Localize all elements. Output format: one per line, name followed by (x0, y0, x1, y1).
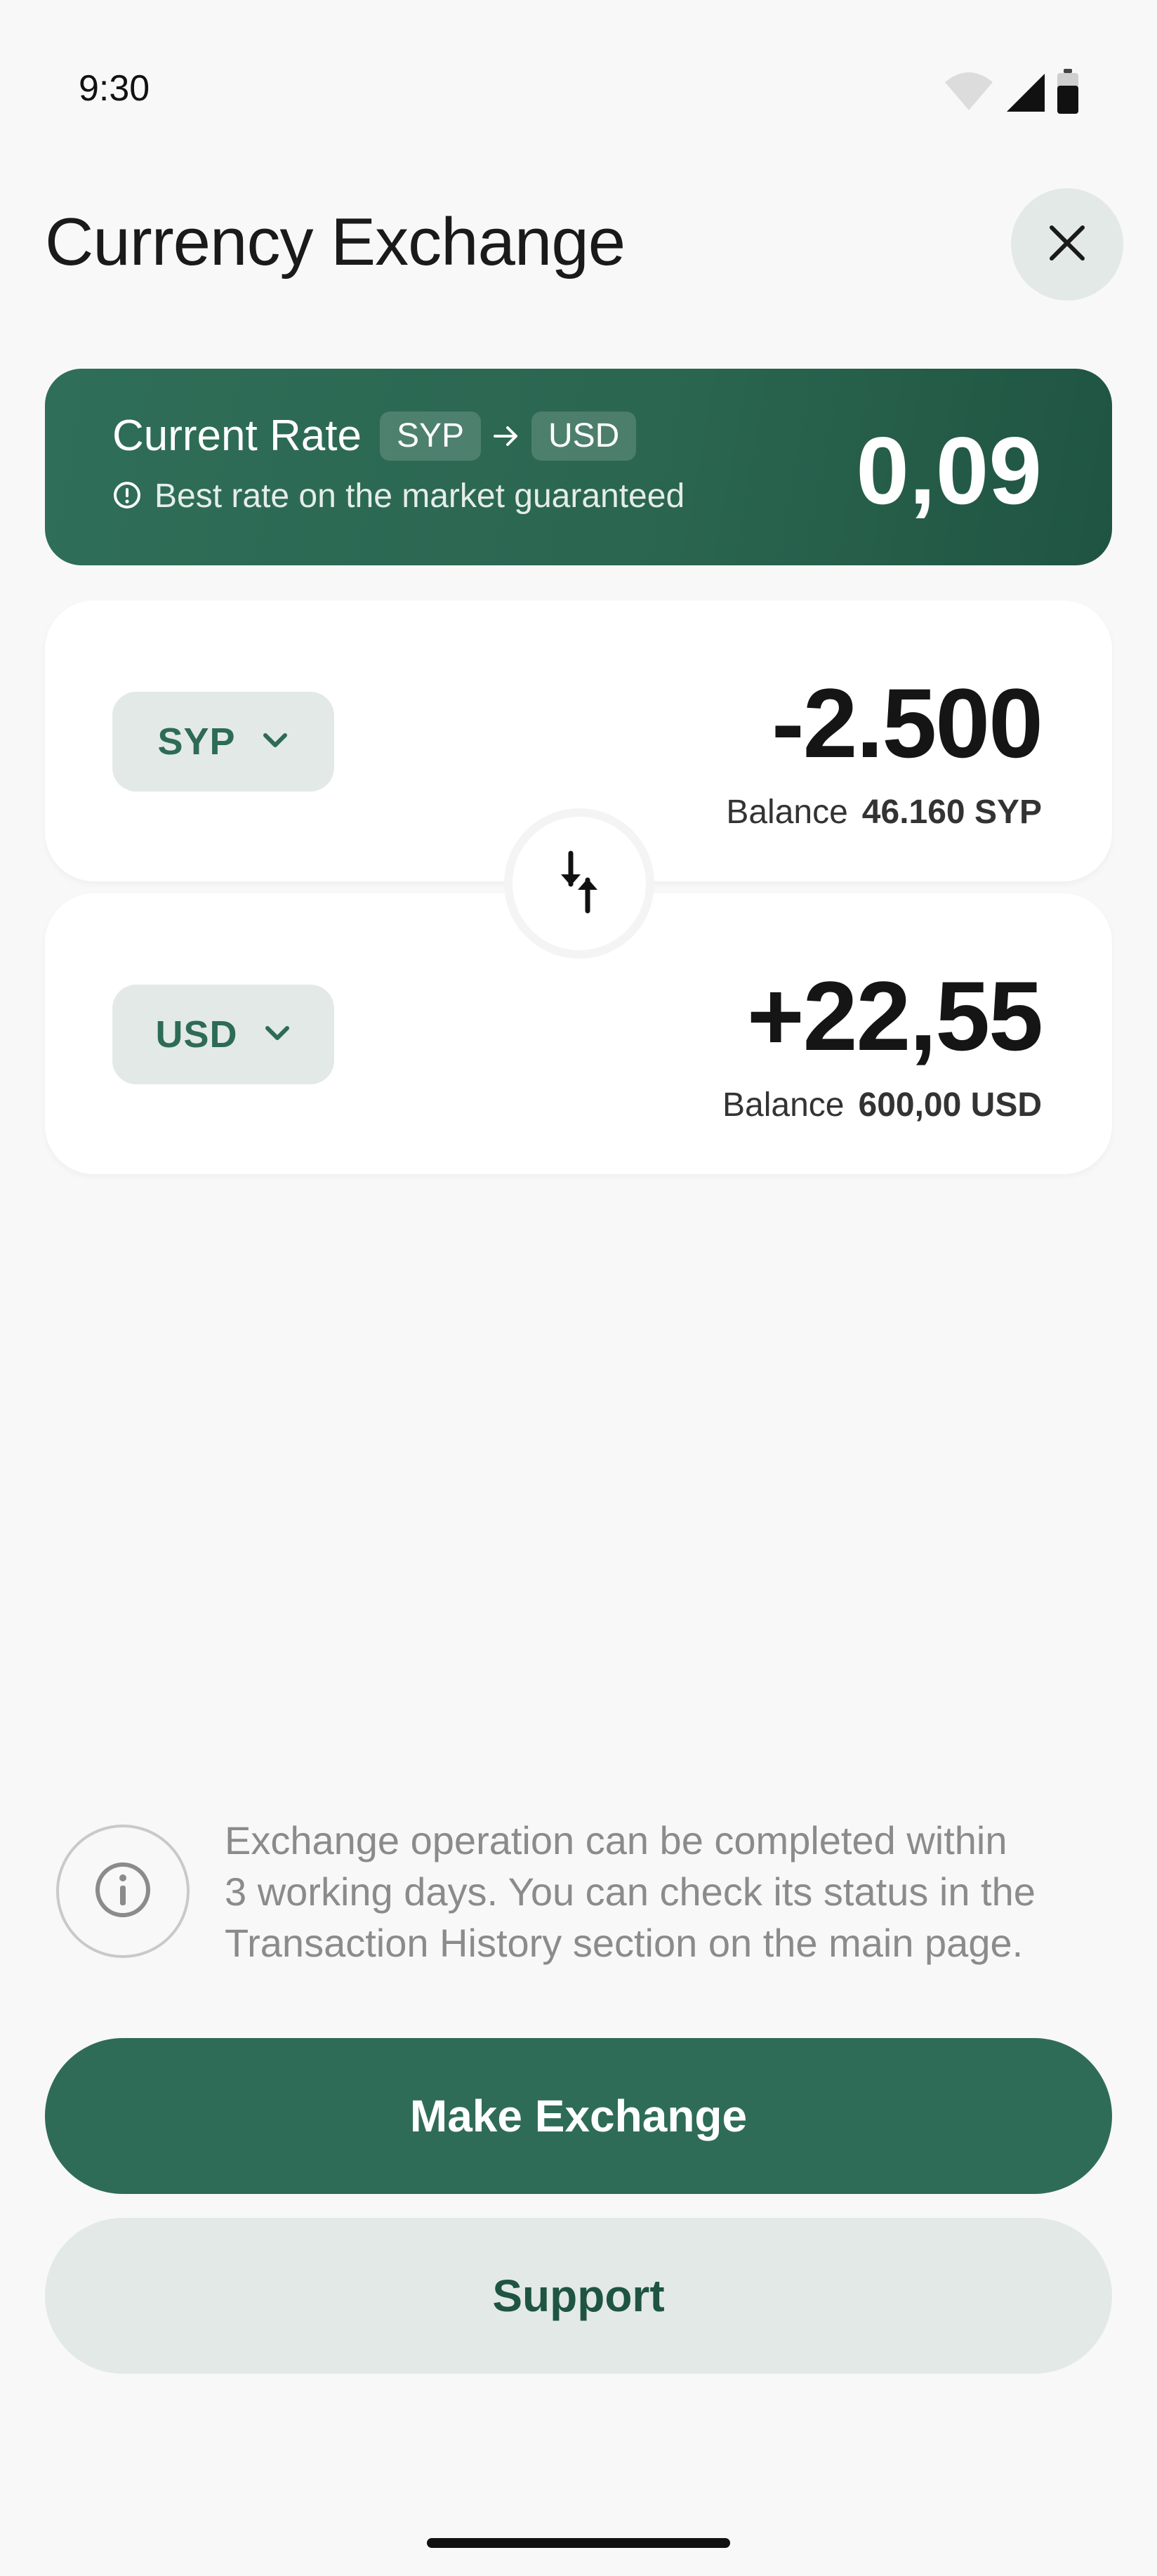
to-currency-select[interactable]: USD (112, 985, 334, 1084)
info-circle (56, 1825, 190, 1958)
rate-from-chip: SYP (379, 412, 481, 461)
rate-title: Current Rate (112, 412, 362, 460)
home-indicator[interactable] (427, 2538, 730, 2548)
rate-value: 0,09 (856, 417, 1042, 524)
to-balance-label: Balance (722, 1086, 845, 1124)
rate-title-row: Current Rate SYP USD (112, 409, 637, 463)
current-rate-card: Current Rate SYP USD Best rate on the ma… (45, 369, 1112, 565)
to-balance-value: 600,00 USD (858, 1086, 1043, 1124)
info-icon (93, 1860, 152, 1923)
support-button[interactable]: Support (45, 2218, 1112, 2374)
rate-to-chip: USD (531, 412, 637, 461)
rate-note-row: Best rate on the market guaranteed (112, 475, 685, 518)
status-icons (944, 68, 1080, 119)
info-text: Exchange operation can be completed with… (225, 1815, 1067, 1969)
info-text-line: Exchange operation can be completed with… (225, 1818, 1007, 1862)
close-icon (1046, 222, 1088, 268)
info-text-line: 3 working days. You can check its status… (225, 1869, 1036, 1914)
chevron-down-icon (263, 1024, 291, 1046)
status-time: 9:30 (79, 68, 150, 109)
alert-circle-icon (112, 480, 142, 513)
swap-vertical-icon (557, 850, 602, 917)
to-currency-label: USD (155, 1013, 238, 1056)
battery-icon (1056, 68, 1080, 119)
from-currency-select[interactable]: SYP (112, 692, 334, 791)
close-button[interactable] (1011, 188, 1123, 301)
chevron-down-icon (261, 731, 289, 753)
rate-note: Best rate on the market guaranteed (154, 478, 685, 515)
info-text-line: Transaction History section on the main … (225, 1921, 1024, 1965)
from-balance-label: Balance (726, 794, 848, 831)
to-amount[interactable]: +22,55 (747, 964, 1043, 1069)
arrow-right-icon (492, 422, 520, 450)
make-exchange-button[interactable]: Make Exchange (45, 2038, 1112, 2194)
from-currency-label: SYP (157, 721, 236, 763)
to-balance: Balance 600,00 USD (722, 1084, 1042, 1126)
from-amount[interactable]: -2.500 (772, 671, 1043, 776)
page-title: Currency Exchange (45, 204, 626, 280)
from-balance: Balance 46.160 SYP (726, 791, 1042, 834)
signal-icon (1004, 71, 1046, 117)
from-balance-value: 46.160 SYP (861, 794, 1042, 831)
swap-currencies-button[interactable] (513, 817, 646, 950)
wifi-icon (944, 71, 994, 117)
